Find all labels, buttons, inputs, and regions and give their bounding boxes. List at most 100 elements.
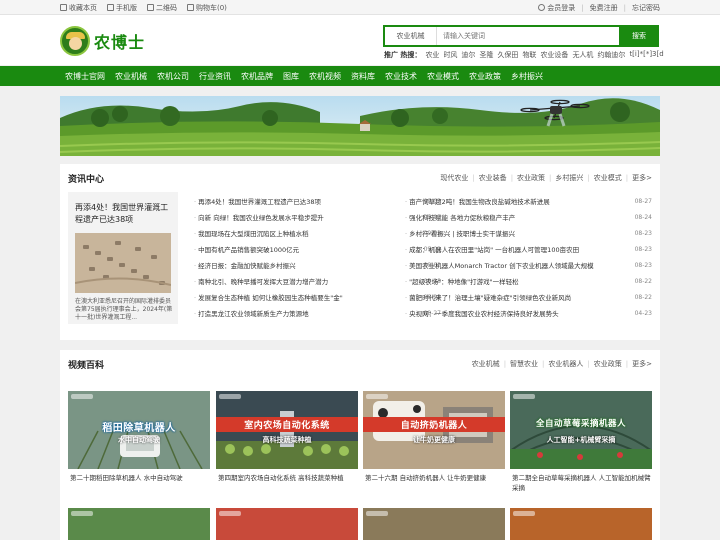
- divider: |: [623, 3, 626, 12]
- video-thumbnail[interactable]: 全自动草莓采摘机器人 人工智能+机械臂采摘: [510, 391, 652, 469]
- video-thumbnail[interactable]: [68, 508, 210, 540]
- user-icon: [538, 4, 546, 11]
- nav-item-machinery[interactable]: 农业机械: [110, 66, 152, 86]
- news-center-title: 资讯中心: [68, 174, 105, 185]
- search-button[interactable]: 搜索: [619, 25, 659, 47]
- nav-item-technology[interactable]: 农业技术: [380, 66, 422, 86]
- hot-keyword[interactable]: 圣隆: [479, 50, 493, 60]
- hero-banner[interactable]: [60, 96, 660, 156]
- news-item[interactable]: 菌肥时代来了！治理土壤"疑难杂症"引领绿色农业新风尚08-22: [405, 289, 652, 305]
- news-item[interactable]: 乡村行·看振兴 | 技职博士实干谋振兴08-23: [405, 225, 652, 241]
- hot-keyword[interactable]: 时风: [443, 50, 457, 60]
- bookmark-link[interactable]: 收藏本页: [60, 3, 97, 13]
- qrcode-link[interactable]: 二维码: [147, 3, 177, 13]
- video-thumbnail[interactable]: 稻田除草机器人 水中自动驾驶: [68, 391, 210, 469]
- hot-keyword[interactable]: 久保田: [497, 50, 518, 60]
- header: 农博士 农业机械 搜索 推广 热搜： 农业 时风 迪尔 圣隆 久保田 物联 农业…: [0, 15, 720, 65]
- news-tag[interactable]: 农业模式: [594, 173, 622, 183]
- news-item[interactable]: 打造黑龙江农业领域新质生产力策源地08-27: [194, 305, 441, 321]
- featured-news-desc: 在澳大利亚悉尼召开的国际灌排委员会第75届执行理事会上，2024年(第十一批)世…: [75, 298, 173, 321]
- news-item[interactable]: 美国农业机器人Monarch Tractor 创下农业机器人领域最大规模08-2…: [405, 257, 652, 273]
- video-title[interactable]: 第二期全自动草莓采摘机器人 人工智能加机械臂采摘: [512, 473, 652, 493]
- news-tag[interactable]: 乡村振兴: [555, 173, 583, 183]
- tea-plantation-drone-image: [60, 96, 660, 156]
- video-card[interactable]: 室内农场自动化系统 高科技蔬菜种植 第四期室内农场自动化系统 高科技蔬菜种植: [216, 391, 358, 491]
- cart-link[interactable]: 购物车(0): [187, 3, 227, 13]
- news-item[interactable]: 成都：机器人在农田里"站岗" 一台机器人可管理100亩农田08-23: [405, 241, 652, 257]
- nav-item-policy[interactable]: 农业政策: [464, 66, 506, 86]
- search-input[interactable]: [437, 27, 619, 45]
- channel-logo-icon: [366, 394, 388, 399]
- video-title[interactable]: 第二十期稻田除草机器人 水中自动驾驶: [70, 473, 210, 483]
- video-card[interactable]: 稻田除草机器人 水中自动驾驶 第二十期稻田除草机器人 水中自动驾驶: [68, 391, 210, 491]
- video-thumbnail[interactable]: 自动挤奶机器人 让牛奶更健康: [363, 391, 505, 469]
- channel-logo-icon: [219, 511, 241, 516]
- news-item[interactable]: 亩产饲草超2吨！我国生物改良盐碱地技术新进展08-27: [405, 193, 652, 209]
- hot-keyword[interactable]: 物联: [522, 50, 536, 60]
- video-thumbnail[interactable]: [510, 508, 652, 540]
- video-title[interactable]: 第二十六期 自动挤奶机器人 让牛奶更健康: [365, 473, 505, 483]
- register-link[interactable]: 免费注册: [590, 3, 618, 13]
- news-item[interactable]: 经济日报：金融加快赋能乡村振兴09-02: [194, 257, 441, 273]
- hot-keyword[interactable]: t[i]*[*]3[d: [629, 50, 663, 60]
- nav-item-companies[interactable]: 农机公司: [152, 66, 194, 86]
- news-item[interactable]: 我国现场在大型煤田沉陷区上种植水稻09-02: [194, 225, 441, 241]
- featured-news-title[interactable]: 再添4处！我国世界灌溉工程遗产已达38项: [75, 202, 175, 226]
- qrcode-icon: [147, 4, 154, 11]
- site-logo[interactable]: 农博士: [60, 26, 145, 56]
- divider: |: [503, 360, 507, 368]
- nav-item-news[interactable]: 行业资讯: [194, 66, 236, 86]
- divider: |: [472, 174, 475, 182]
- hot-keyword[interactable]: 迪尔: [461, 50, 475, 60]
- news-item[interactable]: 强化科技赋能 各地力促秋粮稳产丰产08-24: [405, 209, 652, 225]
- mobile-link[interactable]: 手机版: [107, 3, 137, 13]
- hot-keyword[interactable]: 农业: [425, 50, 439, 60]
- news-tag[interactable]: 农业装备: [479, 173, 507, 183]
- video-tag[interactable]: 农业政策: [594, 359, 622, 369]
- news-item[interactable]: "超级农场"：种地像"打游戏"一样轻松08-22: [405, 273, 652, 289]
- video-more-link[interactable]: 更多>: [632, 359, 652, 369]
- channel-logo-icon: [219, 394, 241, 399]
- nav-item-gallery[interactable]: 图库: [278, 66, 304, 86]
- top-bar: 收藏本页 手机版 二维码 购物车(0) 会员登录 | 免费注册 | 忘记密码: [0, 0, 720, 15]
- news-item[interactable]: 央视网：一季度我国农业农村经济保持良好发展势头04-23: [405, 305, 652, 321]
- hot-keyword[interactable]: 无人机: [572, 50, 593, 60]
- channel-logo-icon: [71, 394, 93, 399]
- video-title[interactable]: 第四期室内农场自动化系统 高科技蔬菜种植: [218, 473, 358, 483]
- video-tag[interactable]: 智慧农业: [510, 359, 538, 369]
- video-card[interactable]: 全自动草莓采摘机器人 人工智能+机械臂采摘 第二期全自动草莓采摘机器人 人工智能…: [510, 391, 652, 493]
- nav-item-models[interactable]: 农业模式: [422, 66, 464, 86]
- news-tag[interactable]: 农业政策: [517, 173, 545, 183]
- nav-item-rural[interactable]: 乡村振兴: [506, 66, 548, 86]
- nav-item-library[interactable]: 资料库: [346, 66, 380, 86]
- news-tag[interactable]: 现代农业: [440, 173, 468, 183]
- nav-item-home[interactable]: 农博士官网: [60, 66, 110, 86]
- login-link[interactable]: 会员登录: [538, 3, 575, 13]
- news-item[interactable]: 中国有机产品销售额突破1000亿元09-02: [194, 241, 441, 257]
- featured-news-image[interactable]: [75, 233, 171, 293]
- divider: |: [549, 174, 552, 182]
- news-list-left: 再添4处！我国世界灌溉工程遗产已达38项09-03 向新 向绿！我国农业绿色发展…: [194, 193, 441, 321]
- nav-item-videos[interactable]: 农机视频: [304, 66, 346, 86]
- news-item[interactable]: 南种北引、晚种早播可发挥大豆潜力增产潜力08-28: [194, 273, 441, 289]
- cart-icon: [187, 4, 194, 11]
- video-panel-title: 视频百科: [68, 360, 105, 371]
- news-more-link[interactable]: 更多>: [632, 173, 652, 183]
- video-thumbnail[interactable]: 室内农场自动化系统 高科技蔬菜种植: [216, 391, 358, 469]
- video-thumbnail[interactable]: [363, 508, 505, 540]
- channel-logo-icon: [366, 511, 388, 516]
- logo-text: 农博士: [94, 33, 146, 52]
- video-thumbnail[interactable]: [216, 508, 358, 540]
- news-item[interactable]: 再添4处！我国世界灌溉工程遗产已达38项09-03: [194, 193, 441, 209]
- video-tag[interactable]: 农业机器人: [548, 359, 583, 369]
- nav-item-brands[interactable]: 农机品牌: [236, 66, 278, 86]
- hot-keyword[interactable]: 农业设备: [540, 50, 568, 60]
- news-item[interactable]: 发展复合生态种植 如何让橡胶园生态种植要生"金"08-28: [194, 289, 441, 305]
- search-category-select[interactable]: 农业机械: [385, 27, 437, 45]
- video-tag[interactable]: 农业机械: [472, 359, 500, 369]
- hot-keyword[interactable]: 约翰迪尔: [597, 50, 625, 60]
- featured-news[interactable]: 再添4处！我国世界灌溉工程遗产已达38项 在澳大利亚悉尼召开的国际灌排委员会第7…: [68, 192, 178, 324]
- video-card[interactable]: 自动挤奶机器人 让牛奶更健康 第二十六期 自动挤奶机器人 让牛奶更健康: [363, 391, 505, 491]
- forgot-password-link[interactable]: 忘记密码: [632, 3, 660, 13]
- news-item[interactable]: 向新 向绿！我国农业绿色发展水平稳步提升09-03: [194, 209, 441, 225]
